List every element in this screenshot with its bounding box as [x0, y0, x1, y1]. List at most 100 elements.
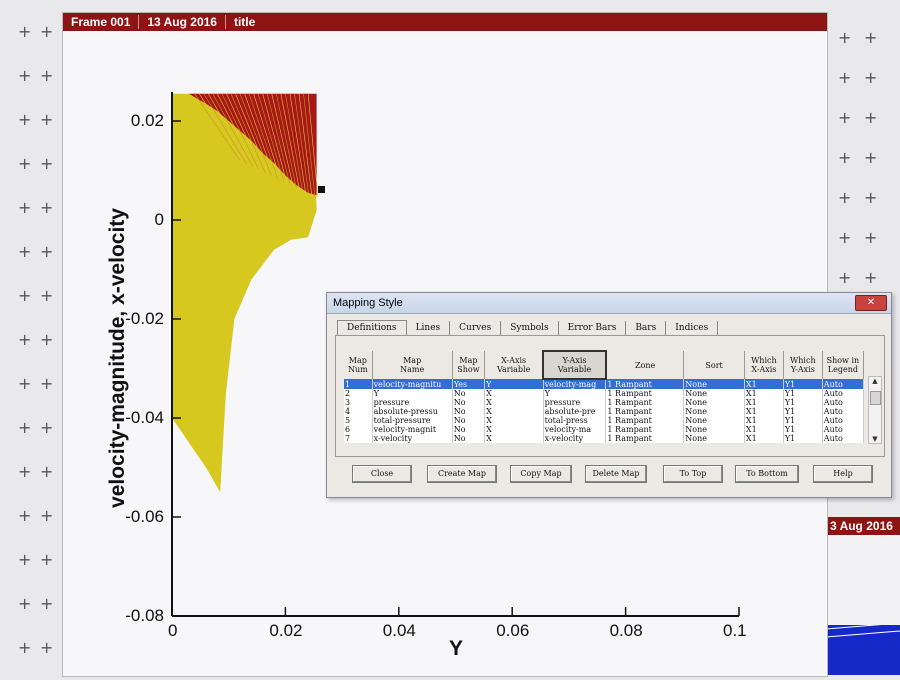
- tab-bars[interactable]: Bars: [626, 321, 667, 335]
- to-bottom-button[interactable]: To Bottom: [735, 465, 799, 483]
- table-cell[interactable]: None: [683, 434, 745, 443]
- to-top-button[interactable]: To Top: [663, 465, 723, 483]
- table-cell[interactable]: Auto: [822, 389, 865, 398]
- table-row[interactable]: 7 x-velocity No Xx-velocity 1 Rampant None X1 Y…: [344, 434, 865, 443]
- table-cell[interactable]: X: [484, 425, 544, 434]
- table-cell[interactable]: Y1: [783, 434, 823, 443]
- table-cell[interactable]: None: [683, 398, 745, 407]
- table-cell[interactable]: x-velocity: [543, 434, 607, 443]
- table-row[interactable]: 3 pressure No Xpressure 1 Rampant None X1 Y1 Aut…: [344, 398, 865, 407]
- table-cell[interactable]: x-velocity: [372, 434, 453, 443]
- scroll-up-icon[interactable]: ▲: [869, 377, 881, 385]
- table-cell[interactable]: pressure: [543, 398, 607, 407]
- table-row[interactable]: 4 absolute-pressu No Xabsolute-pre 1 Rampant…: [344, 407, 865, 416]
- table-cell[interactable]: 1 Rampant: [605, 379, 685, 389]
- column-header[interactable]: Y-Axis Variable: [542, 350, 607, 380]
- table-cell[interactable]: Y: [372, 389, 453, 398]
- table-cell[interactable]: 5: [344, 416, 373, 425]
- table-cell[interactable]: Y1: [783, 398, 823, 407]
- table-cell[interactable]: 3: [344, 398, 373, 407]
- table-cell[interactable]: 7: [344, 434, 373, 443]
- help-button[interactable]: Help: [813, 465, 873, 483]
- column-header[interactable]: Which Y-Axis: [783, 351, 823, 379]
- table-cell[interactable]: X1: [744, 379, 784, 389]
- column-header[interactable]: Map Name: [372, 351, 453, 379]
- table-cell[interactable]: Auto: [822, 425, 865, 434]
- column-header[interactable]: X-Axis Variable: [484, 351, 544, 379]
- table-cell[interactable]: Auto: [822, 416, 865, 425]
- table-row[interactable]: 5 total-pressure No Xtotal-press 1 Rampant No…: [344, 416, 865, 425]
- column-header[interactable]: Show in Legend: [822, 351, 865, 379]
- table-cell[interactable]: absolute-pressu: [372, 407, 453, 416]
- column-header[interactable]: Zone: [605, 351, 685, 379]
- table-cell[interactable]: Auto: [822, 407, 865, 416]
- create-map-button[interactable]: Create Map: [427, 465, 497, 483]
- table-row[interactable]: 2 Y No X Y 1 Rampant None X1 Y1 Auto: [344, 389, 865, 398]
- table-scrollbar[interactable]: ▲ ▼: [868, 376, 882, 444]
- dialog-titlebar[interactable]: Mapping Style ✕: [327, 293, 891, 314]
- delete-map-button[interactable]: Delete Map: [585, 465, 647, 483]
- close-icon[interactable]: ✕: [855, 295, 887, 311]
- table-cell[interactable]: Auto: [822, 434, 865, 443]
- close-button[interactable]: Close: [352, 465, 412, 483]
- tab-curves[interactable]: Curves: [450, 321, 502, 335]
- table-cell[interactable]: No: [452, 416, 486, 425]
- table-cell[interactable]: 1 Rampant: [605, 416, 685, 425]
- table-cell[interactable]: total-pressure: [372, 416, 453, 425]
- table-cell[interactable]: Auto: [822, 379, 865, 389]
- table-cell[interactable]: None: [683, 389, 745, 398]
- scroll-thumb[interactable]: [870, 391, 881, 405]
- tab-symbols[interactable]: Symbols: [501, 321, 559, 335]
- table-cell[interactable]: 1 Rampant: [605, 425, 685, 434]
- table-row[interactable]: 6 velocity-magnit No Xvelocity-ma 1 Rampant N…: [344, 425, 865, 434]
- table-cell[interactable]: X1: [744, 416, 784, 425]
- table-cell[interactable]: No: [452, 398, 486, 407]
- table-cell[interactable]: absolute-pre: [543, 407, 607, 416]
- table-cell[interactable]: velocity-mag: [543, 379, 607, 389]
- column-header[interactable]: Which X-Axis: [744, 351, 784, 379]
- table-cell[interactable]: X: [484, 398, 544, 407]
- table-cell[interactable]: None: [683, 416, 745, 425]
- table-cell[interactable]: X1: [744, 425, 784, 434]
- table-cell[interactable]: Y1: [783, 416, 823, 425]
- table-cell[interactable]: X1: [744, 398, 784, 407]
- table-cell[interactable]: 1 Rampant: [605, 434, 685, 443]
- selection-handle[interactable]: [318, 186, 325, 193]
- table-cell[interactable]: velocity-magnit: [372, 425, 453, 434]
- table-cell[interactable]: 1 Rampant: [605, 398, 685, 407]
- table-cell[interactable]: Y1: [783, 389, 823, 398]
- table-cell[interactable]: Y: [543, 389, 607, 398]
- table-cell[interactable]: 2: [344, 389, 373, 398]
- copy-map-button[interactable]: Copy Map: [510, 465, 572, 483]
- table-cell[interactable]: X: [484, 434, 544, 443]
- table-cell[interactable]: Y1: [783, 379, 823, 389]
- table-cell[interactable]: 1 Rampant: [605, 407, 685, 416]
- table-cell[interactable]: 6: [344, 425, 373, 434]
- table-cell[interactable]: X1: [744, 389, 784, 398]
- table-cell[interactable]: pressure: [372, 398, 453, 407]
- table-cell[interactable]: No: [452, 425, 486, 434]
- table-cell[interactable]: 1: [344, 379, 373, 389]
- table-cell[interactable]: No: [452, 407, 486, 416]
- column-header[interactable]: Sort: [683, 351, 745, 379]
- tab-lines[interactable]: Lines: [407, 321, 451, 335]
- table-row[interactable]: 1 velocity-magnitu Yes Yvelocity-mag 1 Rampa…: [344, 379, 865, 389]
- table-cell[interactable]: No: [452, 434, 486, 443]
- table-cell[interactable]: Y1: [783, 425, 823, 434]
- tab-definitions[interactable]: Definitions: [337, 320, 407, 335]
- table-cell[interactable]: velocity-ma: [543, 425, 607, 434]
- table-cell[interactable]: None: [683, 425, 745, 434]
- table-cell[interactable]: X: [484, 407, 544, 416]
- column-header[interactable]: Map Show: [452, 351, 486, 379]
- scroll-down-icon[interactable]: ▼: [869, 435, 881, 443]
- table-cell[interactable]: None: [683, 407, 745, 416]
- table-cell[interactable]: Yes: [452, 379, 486, 389]
- table-cell[interactable]: X1: [744, 434, 784, 443]
- table-cell[interactable]: No: [452, 389, 486, 398]
- table-cell[interactable]: Auto: [822, 398, 865, 407]
- table-cell[interactable]: X: [484, 416, 544, 425]
- tab-indices[interactable]: Indices: [666, 321, 719, 335]
- table-cell[interactable]: Y: [484, 379, 544, 389]
- table-cell[interactable]: 1 Rampant: [605, 389, 685, 398]
- table-cell[interactable]: X: [484, 389, 544, 398]
